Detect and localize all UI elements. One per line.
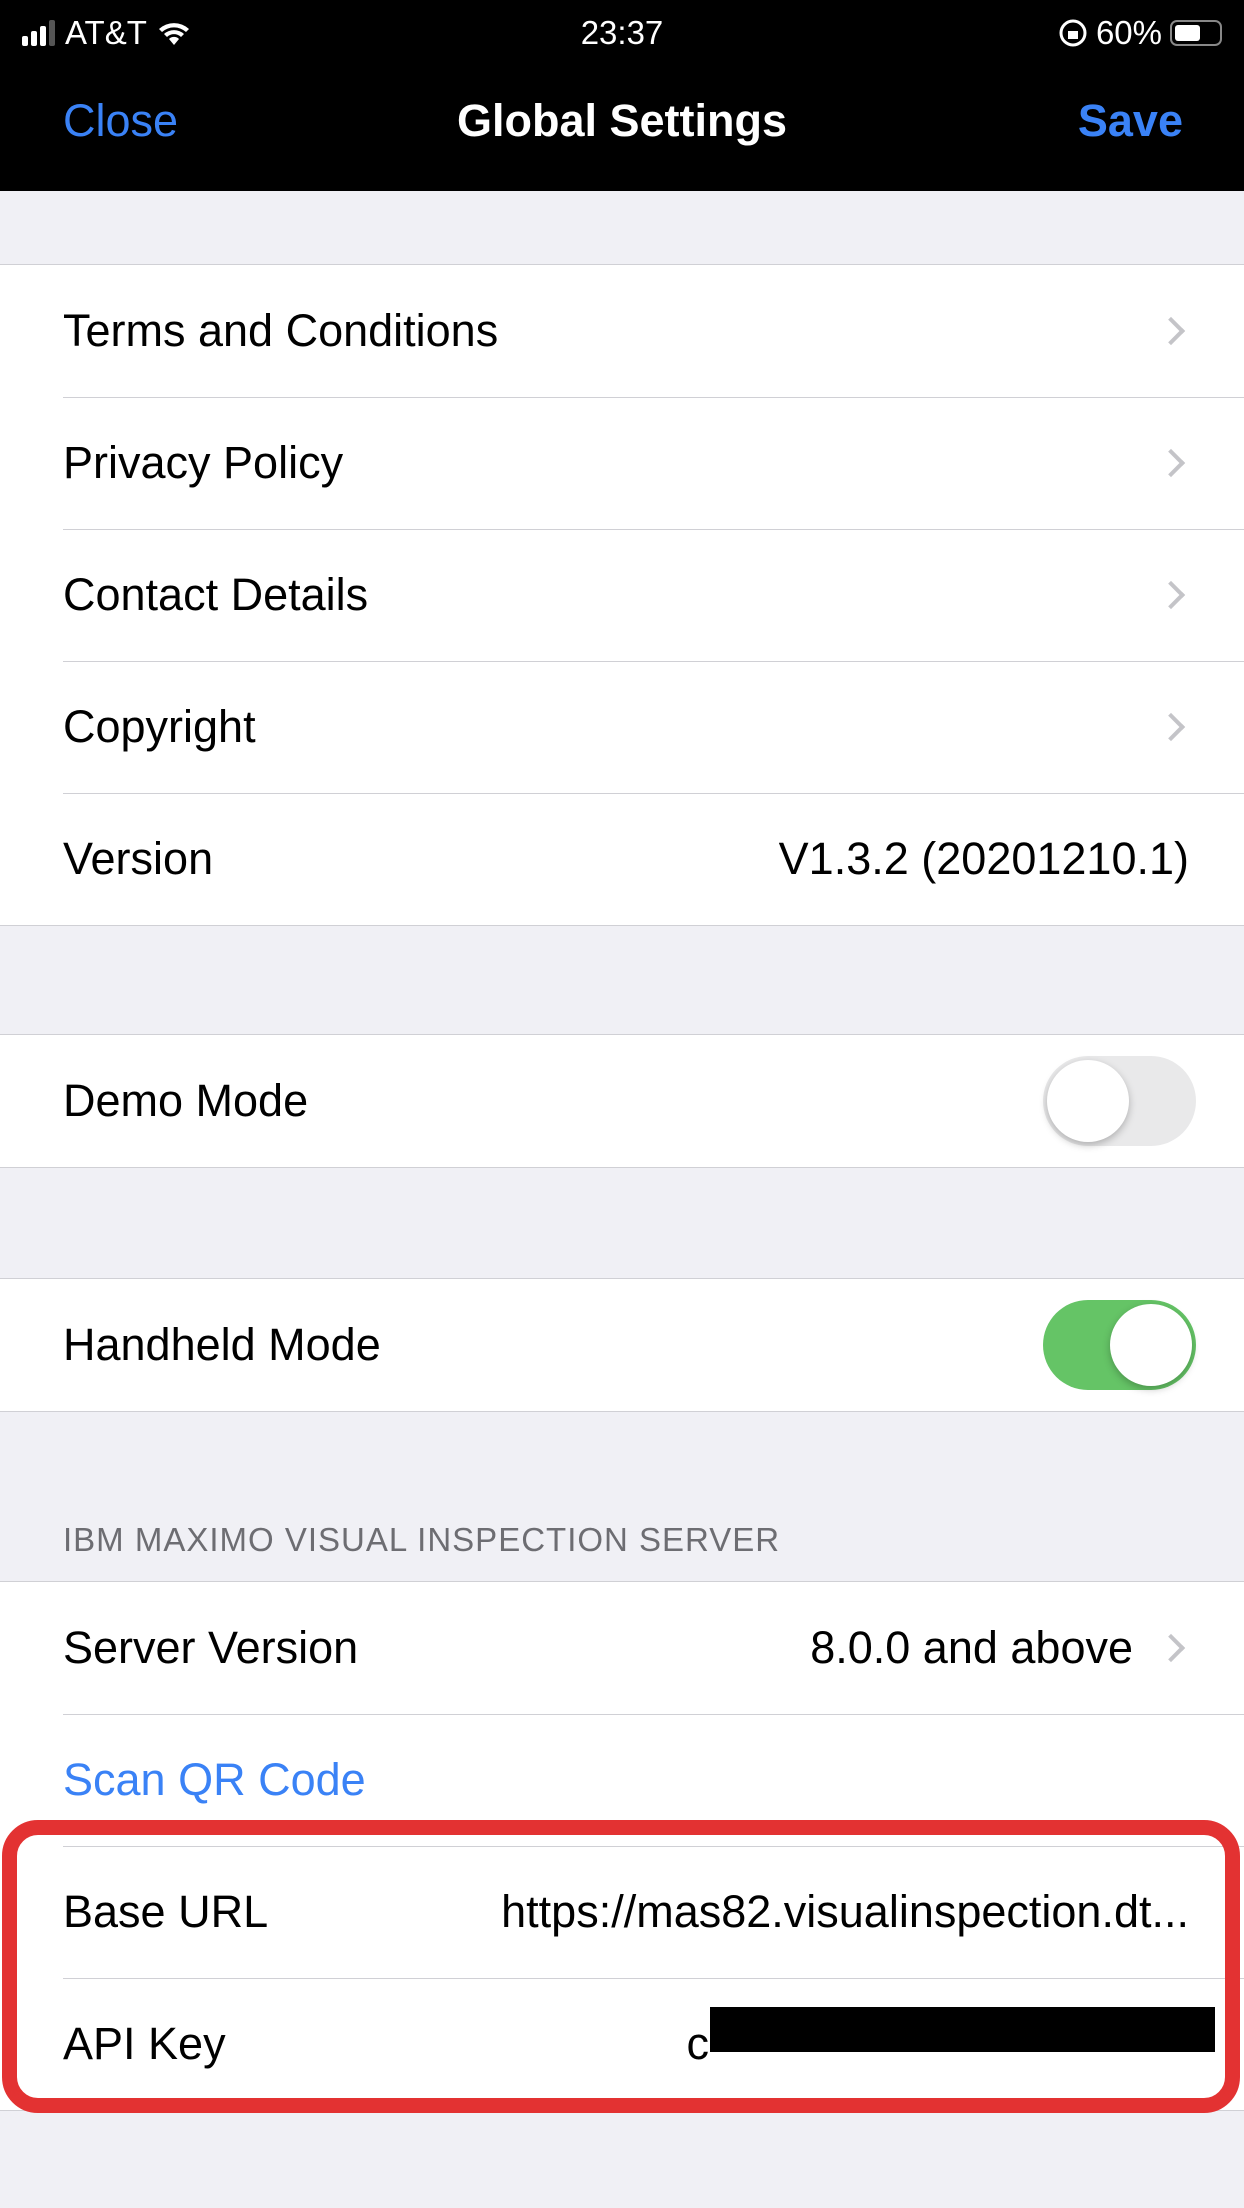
demo-mode-toggle[interactable] [1043,1056,1196,1146]
chevron-right-icon [1156,1633,1186,1663]
demo-mode-row: Demo Mode [0,1035,1244,1167]
handheld-mode-toggle[interactable] [1043,1300,1196,1390]
contact-row[interactable]: Contact Details [0,529,1244,661]
row-label: Privacy Policy [63,437,344,488]
close-button[interactable]: Close [63,95,178,147]
row-label: API Key [63,2018,226,2069]
header: AT&T 23:37 60% Close Global Settings Sav… [0,0,1244,191]
row-label: Terms and Conditions [63,305,499,356]
status-bar: AT&T 23:37 60% [0,8,1244,58]
handheld-mode-row: Handheld Mode [0,1279,1244,1411]
row-label: Server Version [63,1622,359,1673]
page-title: Global Settings [456,95,788,146]
row-label: Copyright [63,701,256,752]
server-version-value: 8.0.0 and above [810,1622,1133,1673]
server-version-row[interactable]: Server Version 8.0.0 and above [0,1582,1244,1714]
row-label: Version [63,833,214,884]
info-group: Terms and Conditions Privacy Policy Cont… [0,264,1244,926]
copyright-row[interactable]: Copyright [0,661,1244,793]
row-label: Handheld Mode [63,1319,381,1370]
terms-row[interactable]: Terms and Conditions [0,265,1244,397]
base-url-row[interactable]: Base URL https://mas82.visualinspection.d… [0,1846,1244,1978]
chevron-right-icon [1156,580,1186,610]
scan-qr-button[interactable]: Scan QR Code [63,1754,366,1806]
redaction-bar [710,2007,1215,2052]
battery-icon [1170,20,1222,46]
row-label: Demo Mode [63,1075,309,1126]
section-header: IBM MAXIMO VISUAL INSPECTION SERVER [63,1521,781,1558]
row-label: Contact Details [63,569,369,620]
version-row: Version V1.3.2 (20201210.1) [0,793,1244,925]
version-value: V1.3.2 (20201210.1) [778,833,1189,884]
chevron-right-icon [1156,712,1186,742]
scan-qr-row[interactable]: Scan QR Code [0,1714,1244,1846]
privacy-row[interactable]: Privacy Policy [0,397,1244,529]
save-button[interactable]: Save [1078,95,1183,147]
api-key-field[interactable]: c [687,2018,710,2070]
row-label: Base URL [63,1886,269,1937]
base-url-field[interactable]: https://mas82.visualinspection.dt... [501,1886,1189,1938]
battery-percent: 60% [1095,14,1162,51]
rotation-lock-icon [1059,19,1087,47]
chevron-right-icon [1156,448,1186,478]
chevron-right-icon [1156,316,1186,346]
